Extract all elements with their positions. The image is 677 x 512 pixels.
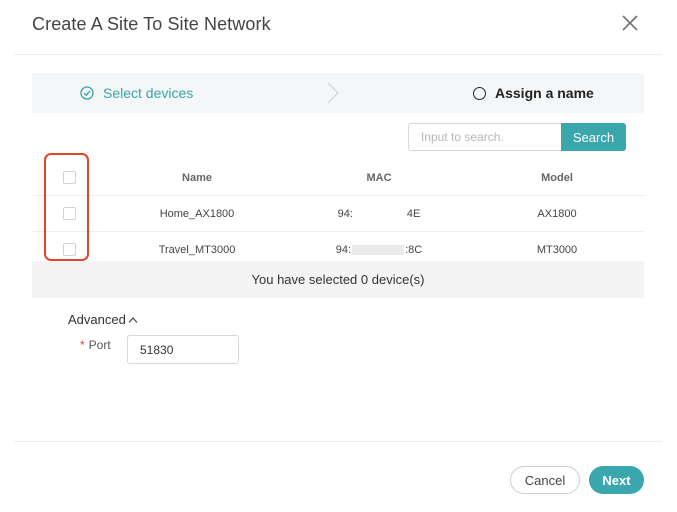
- step-select-devices: Select devices: [80, 73, 193, 113]
- mac-prefix: 94:: [335, 243, 352, 256]
- table-header-row: Name MAC Model: [32, 160, 644, 196]
- chevron-right-icon: [327, 82, 339, 104]
- site-to-site-dialog: Create A Site To Site Network Select dev…: [0, 0, 677, 512]
- port-input[interactable]: [127, 335, 239, 364]
- mac-prefix: 94:: [337, 207, 353, 220]
- table-row[interactable]: Home_AX1800 94: 4E AX1800: [32, 195, 644, 232]
- mac-redaction: [353, 208, 406, 219]
- port-label-text: Port: [88, 338, 111, 352]
- device-name: Home_AX1800: [106, 195, 288, 232]
- mac-suffix: 4E: [406, 207, 421, 220]
- mac-suffix: :8C: [405, 243, 423, 256]
- row-checkbox[interactable]: [62, 207, 76, 220]
- selection-summary: You have selected 0 device(s): [32, 261, 644, 298]
- advanced-toggle[interactable]: Advanced: [68, 312, 138, 327]
- circle-icon: [473, 86, 486, 100]
- next-button[interactable]: Next: [589, 466, 644, 494]
- search-input[interactable]: [408, 123, 561, 151]
- close-icon[interactable]: [619, 12, 641, 34]
- device-mac: 94: 4E: [288, 195, 470, 232]
- select-all-checkbox[interactable]: [62, 171, 76, 184]
- device-model: AX1800: [470, 195, 644, 232]
- header-divider: [14, 54, 662, 55]
- row-checkbox[interactable]: [62, 243, 76, 256]
- footer-divider: [14, 441, 662, 442]
- device-table: Name MAC Model Home_AX1800 94: 4E AX1800 …: [32, 160, 644, 268]
- step1-label: Select devices: [103, 85, 194, 101]
- column-header-model: Model: [470, 160, 644, 196]
- column-header-mac: MAC: [288, 160, 470, 196]
- search-button[interactable]: Search: [561, 123, 626, 151]
- chevron-up-icon: [128, 316, 138, 323]
- cancel-button[interactable]: Cancel: [510, 466, 580, 494]
- dialog-title: Create A Site To Site Network: [32, 14, 271, 34]
- mac-redaction: [352, 244, 405, 255]
- port-label: * Port: [80, 338, 111, 352]
- step2-label: Assign a name: [495, 85, 594, 101]
- column-header-name: Name: [106, 160, 288, 196]
- check-circle-icon: [80, 86, 94, 100]
- required-marker: *: [80, 338, 85, 352]
- steps-bar: Select devices Assign a name: [32, 73, 644, 113]
- step-assign-name: Assign a name: [473, 73, 594, 113]
- advanced-label: Advanced: [68, 312, 126, 327]
- row-select-cell: [32, 195, 106, 232]
- select-all-cell: [32, 160, 106, 196]
